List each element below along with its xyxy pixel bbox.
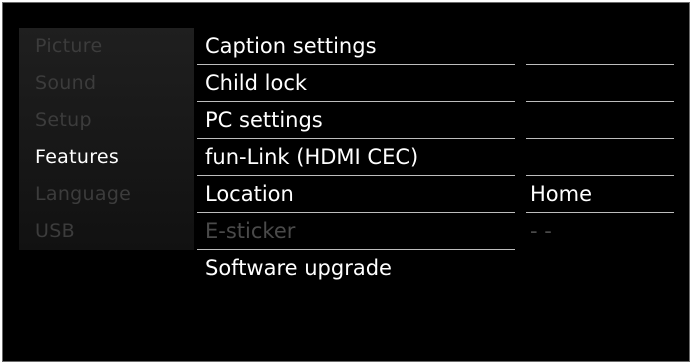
value-e-sticker: - -	[530, 219, 552, 243]
option-caption-settings[interactable]: Caption settings	[197, 28, 515, 65]
option-software-upgrade[interactable]: Software upgrade	[197, 250, 515, 287]
value-caption-settings	[526, 28, 674, 65]
category-list: Picture Sound Setup Features Language US…	[19, 28, 194, 250]
category-language[interactable]: Language	[19, 176, 194, 213]
option-child-lock[interactable]: Child lock	[197, 65, 515, 102]
value-fun-link	[526, 139, 674, 176]
value-location[interactable]: Home	[526, 176, 674, 213]
option-fun-link[interactable]: fun-Link (HDMI CEC)	[197, 139, 515, 176]
option-location[interactable]: Location	[197, 176, 515, 213]
tv-menu-screen: Picture Sound Setup Features Language US…	[2, 2, 690, 362]
value-list: Home - -	[526, 28, 674, 250]
category-setup[interactable]: Setup	[19, 102, 194, 139]
category-features[interactable]: Features	[19, 139, 194, 176]
value-pc-settings	[526, 102, 674, 139]
option-list: Caption settings Child lock PC settings …	[197, 28, 515, 287]
category-sound[interactable]: Sound	[19, 65, 194, 102]
option-pc-settings[interactable]: PC settings	[197, 102, 515, 139]
category-usb[interactable]: USB	[19, 213, 194, 250]
value-child-lock	[526, 65, 674, 102]
category-picture[interactable]: Picture	[19, 28, 194, 65]
option-e-sticker: E-sticker	[197, 213, 515, 250]
